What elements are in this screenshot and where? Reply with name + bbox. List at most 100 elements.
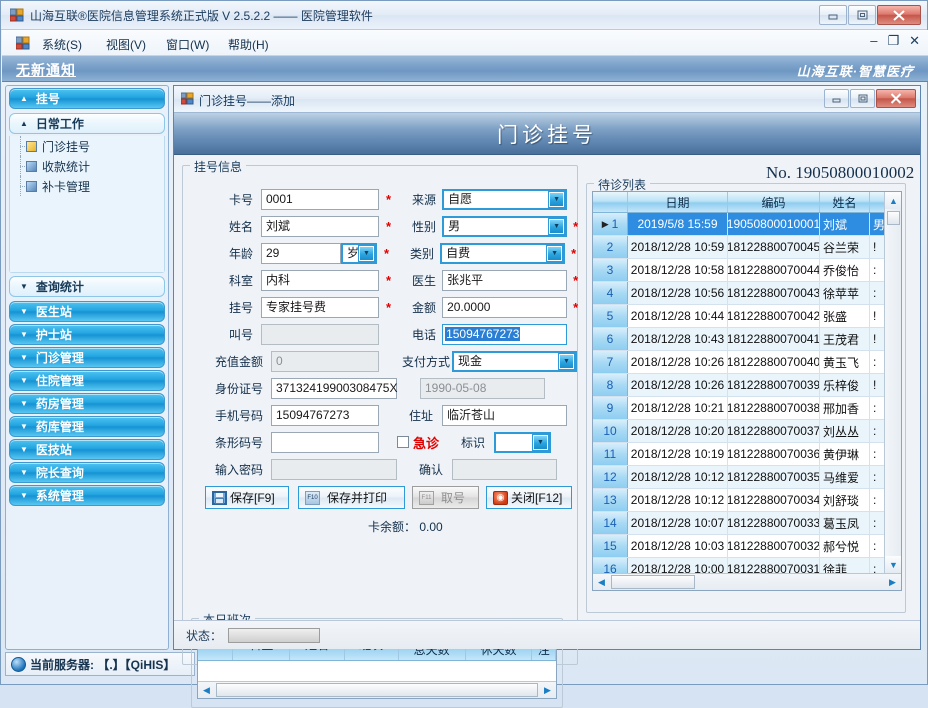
sidebar-group-daily-work[interactable]: ▲ 日常工作	[9, 113, 165, 134]
address-input[interactable]: 临沂苍山	[442, 405, 567, 426]
scroll-down-arrow-icon[interactable]: ▼	[885, 556, 902, 573]
row-date-cell[interactable]: 2018/12/28 10:44	[628, 305, 728, 327]
save-button[interactable]: 保存[F9]	[205, 486, 289, 509]
menu-item-view[interactable]: 视图(V)	[102, 35, 150, 54]
row-code-cell[interactable]: 18122880070043	[728, 282, 820, 304]
row-date-cell[interactable]: 2018/12/28 10:21	[628, 397, 728, 419]
row-index-cell[interactable]: 9	[593, 397, 628, 419]
row-name-cell[interactable]: 邢加香	[820, 397, 870, 419]
sidebar-item-outpatient-registration[interactable]: 门诊挂号	[10, 136, 164, 156]
row-index-cell[interactable]: 13	[593, 489, 628, 511]
row-code-cell[interactable]: 19050800010001	[728, 213, 820, 235]
table-row[interactable]: 152018/12/28 10:0318122880070032郝兮悦:	[593, 535, 901, 558]
row-code-cell[interactable]: 18122880070037	[728, 420, 820, 442]
sidebar-group-registration[interactable]: ▲ 挂号	[9, 88, 165, 109]
row-date-cell[interactable]: 2018/12/28 10:58	[628, 259, 728, 281]
chevron-down-icon[interactable]: ▼	[559, 354, 574, 369]
row-code-cell[interactable]: 18122880070033	[728, 512, 820, 534]
waiting-col-code[interactable]: 编码	[728, 192, 820, 212]
sidebar-group-inpatient-management[interactable]: ▼ 住院管理	[9, 370, 165, 391]
doctor-input[interactable]: 张兆平	[442, 270, 567, 291]
row-name-cell[interactable]: 黄伊琳	[820, 443, 870, 465]
mdi-parent-close-button[interactable]: ✕	[909, 34, 920, 48]
mobile-input[interactable]: 15094767273	[271, 405, 379, 426]
row-index-cell[interactable]: 2	[593, 236, 628, 258]
row-date-cell[interactable]: 2018/12/28 10:12	[628, 489, 728, 511]
sidebar-group-outpatient-management[interactable]: ▼ 门诊管理	[9, 347, 165, 368]
row-index-cell[interactable]: 14	[593, 512, 628, 534]
scroll-right-arrow-icon[interactable]: ▶	[884, 574, 901, 591]
chevron-down-icon[interactable]: ▼	[547, 246, 562, 261]
row-index-cell[interactable]: 10	[593, 420, 628, 442]
amount-input[interactable]: 20.0000	[442, 297, 567, 318]
barcode-input[interactable]	[271, 432, 379, 453]
table-row[interactable]: ▶12019/5/8 15:5919050800010001刘斌男	[593, 213, 901, 236]
phone-input[interactable]: 15094767273	[442, 324, 567, 345]
table-row[interactable]: 22018/12/28 10:5918122880070045谷兰荣!	[593, 236, 901, 259]
shift-grid-hscroll-thumb[interactable]	[216, 683, 538, 697]
row-index-cell[interactable]: 7	[593, 351, 628, 373]
source-combo[interactable]: 自愿 ▼	[442, 189, 567, 210]
table-row[interactable]: 62018/12/28 10:4318122880070041王茂君!	[593, 328, 901, 351]
table-row[interactable]: 82018/12/28 10:2618122880070039乐梓俊!	[593, 374, 901, 397]
row-name-cell[interactable]: 刘丛丛	[820, 420, 870, 442]
close-form-button[interactable]: ◉ 关闭[F12]	[486, 486, 572, 509]
card-no-input[interactable]: 0001	[261, 189, 379, 210]
row-index-cell[interactable]: 5	[593, 305, 628, 327]
row-name-cell[interactable]: 葛玉凤	[820, 512, 870, 534]
row-name-cell[interactable]: 刘斌	[820, 213, 870, 235]
name-input[interactable]: 刘斌	[261, 216, 379, 237]
row-index-cell[interactable]: 11	[593, 443, 628, 465]
row-date-cell[interactable]: 2018/12/28 10:26	[628, 374, 728, 396]
row-date-cell[interactable]: 2018/12/28 10:07	[628, 512, 728, 534]
row-code-cell[interactable]: 18122880070038	[728, 397, 820, 419]
row-code-cell[interactable]: 18122880070045	[728, 236, 820, 258]
table-row[interactable]: 52018/12/28 10:4418122880070042张盛!	[593, 305, 901, 328]
emergency-checkbox[interactable]	[397, 436, 409, 448]
row-index-cell[interactable]: ▶1	[593, 213, 628, 235]
age-input[interactable]: 29	[261, 243, 341, 264]
waiting-list-vscrollbar[interactable]: ▲ ▼	[884, 192, 901, 573]
row-index-cell[interactable]: 3	[593, 259, 628, 281]
mdi-close-button[interactable]	[876, 89, 916, 108]
row-code-cell[interactable]: 18122880070039	[728, 374, 820, 396]
sidebar-group-query-statistics[interactable]: ▼ 查询统计	[9, 276, 165, 297]
mark-combo[interactable]: ▼	[494, 432, 551, 453]
row-code-cell[interactable]: 18122880070040	[728, 351, 820, 373]
row-code-cell[interactable]: 18122880070034	[728, 489, 820, 511]
save-and-print-button[interactable]: F10 保存并打印	[298, 486, 405, 509]
row-code-cell[interactable]: 18122880070035	[728, 466, 820, 488]
menu-item-help[interactable]: 帮助(H)	[224, 35, 273, 54]
row-date-cell[interactable]: 2018/12/28 10:20	[628, 420, 728, 442]
chevron-down-icon[interactable]: ▼	[549, 192, 564, 207]
row-name-cell[interactable]: 乔俊怡	[820, 259, 870, 281]
waiting-list-hscroll-thumb[interactable]	[611, 575, 695, 589]
row-code-cell[interactable]: 18122880070032	[728, 535, 820, 557]
row-date-cell[interactable]: 2019/5/8 15:59	[628, 213, 728, 235]
sidebar-group-medical-tech-station[interactable]: ▼ 医技站	[9, 439, 165, 460]
id-card-input[interactable]: 37132419900308475X	[271, 378, 397, 399]
table-row[interactable]: 92018/12/28 10:2118122880070038邢加香:	[593, 397, 901, 420]
row-code-cell[interactable]: 18122880070042	[728, 305, 820, 327]
row-code-cell[interactable]: 18122880070036	[728, 443, 820, 465]
chevron-down-icon[interactable]: ▼	[533, 435, 548, 450]
sidebar-group-doctor-station[interactable]: ▼ 医生站	[9, 301, 165, 322]
mdi-parent-restore-button[interactable]: ❐	[887, 34, 899, 48]
row-name-cell[interactable]: 乐梓俊	[820, 374, 870, 396]
row-index-cell[interactable]: 4	[593, 282, 628, 304]
menu-item-system[interactable]: 系统(S)	[38, 35, 86, 54]
table-row[interactable]: 32018/12/28 10:5818122880070044乔俊怡:	[593, 259, 901, 282]
waiting-list-hscrollbar[interactable]: ◀ ▶	[593, 573, 901, 590]
table-row[interactable]: 102018/12/28 10:2018122880070037刘丛丛:	[593, 420, 901, 443]
main-maximize-button[interactable]	[848, 5, 876, 25]
payment-combo[interactable]: 现金 ▼	[452, 351, 577, 372]
mdi-minimize-button[interactable]	[824, 89, 849, 108]
row-date-cell[interactable]: 2018/12/28 10:12	[628, 466, 728, 488]
scroll-left-arrow-icon[interactable]: ◀	[593, 574, 610, 591]
waiting-list-vscroll-thumb[interactable]	[887, 211, 900, 225]
sidebar-group-director-query[interactable]: ▼ 院长查询	[9, 462, 165, 483]
table-row[interactable]: 132018/12/28 10:1218122880070034刘舒琰:	[593, 489, 901, 512]
row-name-cell[interactable]: 刘舒琰	[820, 489, 870, 511]
confirm-input[interactable]	[452, 459, 557, 480]
table-row[interactable]: 42018/12/28 10:5618122880070043徐苹苹:	[593, 282, 901, 305]
